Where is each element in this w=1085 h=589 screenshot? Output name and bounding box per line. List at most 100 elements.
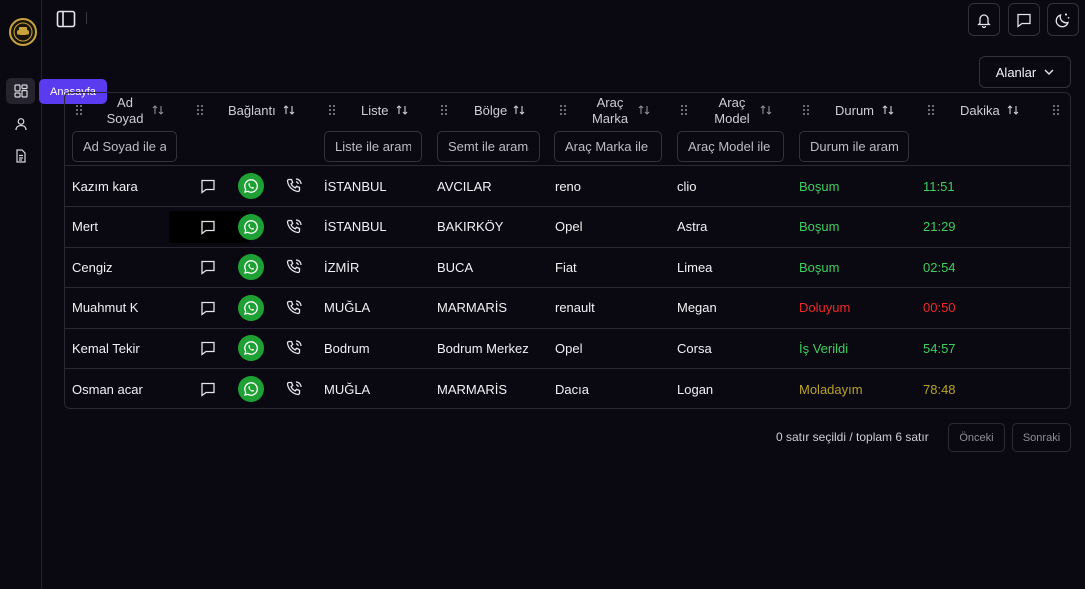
whatsapp-icon bbox=[238, 173, 264, 199]
table-header: Ad Soyad Bağlantı Liste Bölge Araç Marka bbox=[65, 93, 1070, 129]
table-row[interactable]: Mert İSTANBUL BAKIRKÖY Opel Astra Boşum 21:29 bbox=[65, 207, 1070, 248]
cell-bolge: AVCILAR bbox=[437, 178, 492, 194]
column-header-liste[interactable]: Liste bbox=[361, 93, 388, 129]
whatsapp-button[interactable] bbox=[237, 247, 265, 287]
message-icon bbox=[201, 261, 215, 275]
drag-handle-icon[interactable] bbox=[75, 104, 83, 116]
sort-icon[interactable] bbox=[396, 104, 408, 116]
drag-handle-icon[interactable] bbox=[680, 104, 688, 116]
filter-durum-input[interactable] bbox=[799, 131, 909, 162]
cell-liste: İSTANBUL bbox=[324, 219, 387, 235]
column-header-label: Araç Marka bbox=[591, 95, 629, 126]
table-row[interactable]: Muahmut K MUĞLA MARMARİS renault Megan Doluyu… bbox=[65, 288, 1070, 329]
whatsapp-button[interactable] bbox=[237, 288, 265, 328]
whatsapp-button[interactable] bbox=[237, 328, 265, 368]
message-icon bbox=[201, 220, 215, 235]
whatsapp-button[interactable] bbox=[237, 166, 265, 206]
drag-handle-icon[interactable] bbox=[1052, 104, 1060, 116]
call-button[interactable] bbox=[283, 369, 305, 408]
cell-ad-soyad: Cengiz bbox=[72, 259, 113, 275]
cell-dakika: 21:29 bbox=[923, 219, 956, 235]
phone-icon bbox=[286, 259, 302, 274]
cell-arac-model: clio bbox=[677, 178, 697, 194]
cell-ad-soyad: Mert bbox=[72, 219, 98, 235]
sidebar bbox=[0, 0, 42, 589]
sort-icon[interactable] bbox=[283, 104, 295, 116]
cell-ad-soyad: Muahmut K bbox=[72, 300, 139, 316]
user-icon bbox=[14, 118, 27, 131]
filter-arac-model-input[interactable] bbox=[677, 131, 784, 162]
sort-icon[interactable] bbox=[1007, 104, 1019, 116]
cell-liste: Bodrum bbox=[324, 340, 370, 356]
table-row[interactable]: Osman acar MUĞLA MARMARİS Dacıa Logan Moladay… bbox=[65, 369, 1070, 408]
filter-bolge-input[interactable] bbox=[437, 131, 540, 162]
sort-icon[interactable] bbox=[882, 104, 894, 116]
column-header-label: Bağlantı bbox=[228, 103, 276, 118]
drag-handle-icon[interactable] bbox=[328, 104, 336, 116]
message-button[interactable] bbox=[197, 166, 219, 206]
message-button[interactable] bbox=[197, 247, 219, 287]
panel-left-icon bbox=[56, 10, 76, 28]
sidebar-toggle-button[interactable] bbox=[54, 8, 78, 30]
sort-icon[interactable] bbox=[513, 104, 525, 116]
call-button[interactable] bbox=[283, 328, 305, 368]
dashboard-icon bbox=[13, 84, 28, 98]
whatsapp-button[interactable] bbox=[237, 369, 265, 408]
column-header-bolge[interactable]: Bölge bbox=[474, 93, 507, 129]
drag-handle-icon[interactable] bbox=[802, 104, 810, 116]
previous-page-button[interactable]: Önceki bbox=[948, 423, 1005, 452]
sort-icon[interactable] bbox=[760, 104, 772, 116]
cell-bolge: BAKIRKÖY bbox=[437, 219, 504, 235]
column-header-durum[interactable]: Durum bbox=[835, 93, 874, 129]
notifications-button[interactable] bbox=[968, 3, 1000, 36]
message-button[interactable] bbox=[197, 369, 219, 408]
cell-liste: MUĞLA bbox=[324, 300, 371, 316]
table-row[interactable]: Cengiz İZMİR BUCA Fiat Limea Boşum 02:54 bbox=[65, 247, 1070, 289]
cell-durum: Boşum bbox=[799, 178, 840, 194]
columns-dropdown-label: Alanlar bbox=[995, 64, 1037, 80]
drag-handle-icon[interactable] bbox=[927, 104, 935, 116]
table-row[interactable]: Kemal Tekir Bodrum Bodrum Merkez Opel Corsa İ… bbox=[65, 328, 1070, 370]
column-header-arac-model[interactable]: Araç Model bbox=[708, 93, 756, 129]
sidebar-item-dashboard[interactable] bbox=[6, 78, 35, 104]
column-header-label: Durum bbox=[835, 103, 875, 118]
filter-ad-soyad-input[interactable] bbox=[72, 131, 177, 162]
cell-arac-model: Astra bbox=[677, 219, 708, 235]
cell-arac-model: Logan bbox=[677, 381, 714, 397]
message-button[interactable] bbox=[197, 207, 219, 247]
call-button[interactable] bbox=[283, 247, 305, 287]
cell-arac-model: Limea bbox=[677, 259, 713, 275]
drag-handle-icon[interactable] bbox=[440, 104, 448, 116]
message-icon bbox=[201, 382, 215, 397]
theme-toggle-button[interactable] bbox=[1047, 3, 1079, 36]
cell-dakika: 54:57 bbox=[923, 340, 956, 356]
whatsapp-icon bbox=[238, 294, 264, 321]
column-header-dakika[interactable]: Dakika bbox=[960, 93, 1000, 129]
message-button[interactable] bbox=[197, 288, 219, 328]
drag-handle-icon[interactable] bbox=[196, 104, 204, 116]
call-button[interactable] bbox=[283, 166, 305, 206]
messages-button[interactable] bbox=[1008, 3, 1040, 36]
whatsapp-button[interactable] bbox=[237, 207, 265, 247]
sidebar-item-documents[interactable] bbox=[6, 143, 35, 169]
call-button[interactable] bbox=[283, 288, 305, 328]
sort-icon[interactable] bbox=[152, 104, 164, 116]
sort-icon[interactable] bbox=[638, 104, 650, 116]
column-header-arac-marka[interactable]: Araç Marka bbox=[586, 93, 634, 129]
drag-handle-icon[interactable] bbox=[559, 104, 567, 116]
column-header-ad-soyad[interactable]: Ad Soyad bbox=[101, 93, 149, 129]
sidebar-item-user[interactable] bbox=[6, 111, 35, 137]
drivers-table: Ad Soyad Bağlantı Liste Bölge Araç Marka bbox=[64, 92, 1071, 409]
cell-arac-marka: reno bbox=[555, 178, 582, 194]
table-row[interactable]: Kazım kara İSTANBUL AVCILAR reno clio Boşum 11… bbox=[65, 166, 1070, 207]
call-button[interactable] bbox=[283, 207, 305, 247]
next-page-button[interactable]: Sonraki bbox=[1012, 423, 1071, 452]
phone-icon bbox=[286, 300, 302, 314]
cell-durum: Boşum bbox=[799, 259, 840, 275]
filter-liste-input[interactable] bbox=[324, 131, 422, 162]
column-header-baglanti[interactable]: Bağlantı bbox=[228, 93, 276, 129]
message-button[interactable] bbox=[197, 328, 219, 368]
cell-arac-marka: renault bbox=[555, 300, 595, 316]
columns-dropdown-button[interactable]: Alanlar bbox=[979, 56, 1071, 88]
filter-arac-marka-input[interactable] bbox=[554, 131, 662, 162]
